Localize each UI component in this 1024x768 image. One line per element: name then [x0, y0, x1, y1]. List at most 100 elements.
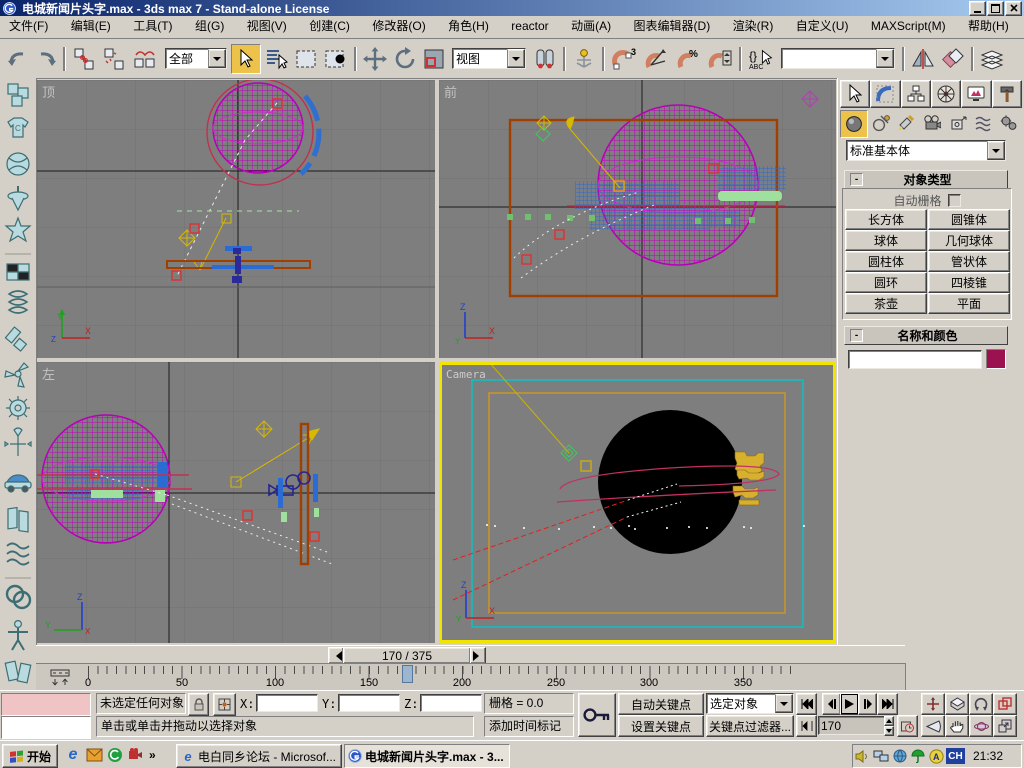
rollout-collapse-icon[interactable]: -: [850, 173, 863, 186]
min-max-toggle-button[interactable]: [993, 715, 1017, 737]
menu-rendering[interactable]: 渲染(R): [724, 16, 783, 37]
star-icon[interactable]: [6, 218, 30, 241]
spring-icon[interactable]: [9, 291, 27, 313]
menu-modifiers[interactable]: 修改器(O): [363, 16, 434, 37]
viewport-camera[interactable]: Camera: [439, 362, 836, 643]
field-of-view-button[interactable]: [921, 715, 945, 737]
use-pivot-center-button[interactable]: [530, 45, 560, 73]
time-slider-prev-button[interactable]: [328, 647, 344, 664]
z-coordinate-field[interactable]: [420, 694, 482, 712]
tab-utilities[interactable]: [992, 80, 1022, 108]
object-color-swatch[interactable]: [986, 349, 1006, 369]
torus-knot-icon[interactable]: [7, 586, 30, 608]
category-cameras[interactable]: [919, 110, 945, 136]
tab-create[interactable]: [840, 80, 870, 108]
viewport-camera-label[interactable]: Camera: [446, 368, 486, 381]
close-button[interactable]: [1005, 1, 1022, 16]
category-helpers[interactable]: [945, 110, 971, 136]
media-quicklaunch-icon[interactable]: [107, 747, 123, 763]
category-shapes[interactable]: [868, 110, 894, 136]
dropdown-arrow-icon[interactable]: [507, 49, 525, 68]
ime-language-indicator[interactable]: CH: [946, 748, 965, 764]
object-button-pyramid[interactable]: 四棱锥: [928, 272, 1010, 293]
door-icon[interactable]: [8, 508, 28, 532]
time-configuration-button[interactable]: [897, 715, 918, 737]
track-bar[interactable]: 0 50 100 150 200 250 300 350: [36, 663, 906, 691]
zoom-button[interactable]: [921, 693, 945, 715]
bind-to-spacewarp-button[interactable]: [129, 45, 161, 73]
task-button-forum[interactable]: e 电白同乡论坛 - Microsof...: [176, 744, 342, 768]
x-coordinate-field[interactable]: [256, 694, 318, 712]
set-keys-button[interactable]: [578, 693, 616, 737]
tab-modify[interactable]: [870, 80, 900, 108]
layer-manager-button[interactable]: [977, 45, 1007, 73]
ball-icon[interactable]: [7, 153, 29, 175]
set-key-button[interactable]: 设置关键点: [618, 715, 704, 737]
spinning-top-icon[interactable]: [8, 186, 28, 210]
camera-quicklaunch-icon[interactable]: [127, 747, 143, 763]
menu-edit[interactable]: 编辑(E): [62, 16, 120, 37]
key-mode-toggle-button[interactable]: [796, 715, 817, 737]
menu-file[interactable]: 文件(F): [0, 16, 57, 37]
select-object-button[interactable]: [231, 44, 261, 74]
arc-rotate-button[interactable]: [969, 715, 993, 737]
object-button-sphere[interactable]: 球体: [845, 230, 927, 251]
volume-tray-icon[interactable]: [855, 750, 869, 763]
object-button-cylinder[interactable]: 圆柱体: [845, 251, 927, 272]
menu-help[interactable]: 帮助(H): [959, 16, 1018, 37]
mirror-button[interactable]: [908, 45, 938, 73]
gear-icon[interactable]: [6, 396, 30, 420]
align-button[interactable]: [938, 45, 968, 73]
minimize-button[interactable]: [969, 1, 986, 16]
auto-key-button[interactable]: 自动关键点: [618, 693, 704, 715]
primitive-category-dropdown[interactable]: 标准基本体: [846, 140, 1006, 161]
viewport-front-label[interactable]: 前: [444, 82, 457, 101]
y-coordinate-field[interactable]: [338, 694, 400, 712]
viewport-top-label[interactable]: 顶: [42, 82, 55, 101]
object-name-field[interactable]: [848, 350, 982, 369]
frame-spinner[interactable]: [884, 716, 894, 734]
maxscript-mini-listener-macro[interactable]: [1, 693, 91, 716]
dropdown-arrow-icon[interactable]: [876, 49, 894, 68]
spinner-snap-button[interactable]: [704, 45, 736, 73]
dropdown-arrow-icon[interactable]: [208, 49, 226, 68]
window-crossing-button[interactable]: [321, 45, 351, 73]
ime-a-tray-icon[interactable]: A: [929, 749, 944, 764]
menu-reactor[interactable]: reactor: [502, 16, 557, 37]
object-button-box[interactable]: 长方体: [845, 209, 927, 230]
menu-character[interactable]: 角色(H): [439, 16, 498, 37]
category-geometry[interactable]: [840, 110, 868, 138]
autogrid-checkbox[interactable]: [948, 194, 961, 207]
hinge-icon[interactable]: [5, 661, 31, 683]
object-button-plane[interactable]: 平面: [928, 293, 1010, 314]
time-slider-next-button[interactable]: [470, 647, 486, 664]
select-and-scale-button[interactable]: [420, 45, 448, 73]
maximize-button[interactable]: [987, 1, 1004, 16]
next-frame-button[interactable]: [858, 693, 877, 715]
weathervane-icon[interactable]: [5, 428, 31, 456]
viewport-front[interactable]: 前: [439, 80, 836, 358]
object-button-teapot[interactable]: 茶壶: [845, 293, 927, 314]
viewport-left-label[interactable]: 左: [42, 364, 55, 383]
angle-snap-button[interactable]: [640, 45, 672, 73]
network-tray-icon[interactable]: [873, 750, 889, 763]
ie-quicklaunch-icon[interactable]: e: [64, 746, 82, 764]
shirt-icon[interactable]: C: [8, 118, 28, 137]
object-button-geosphere[interactable]: 几何球体: [928, 230, 1010, 251]
zoom-extents-all-button[interactable]: [993, 693, 1017, 715]
fan-icon[interactable]: [5, 363, 28, 387]
rectangular-selection-region-button[interactable]: [291, 45, 321, 73]
menu-maxscript[interactable]: MAXScript(M): [862, 16, 955, 37]
object-type-rollout-header[interactable]: - 对象类型: [844, 170, 1008, 189]
object-button-cone[interactable]: 圆锥体: [928, 209, 1010, 230]
zoom-extents-button[interactable]: [945, 693, 969, 715]
tab-motion[interactable]: [931, 80, 961, 108]
biped-figure-icon[interactable]: [8, 621, 28, 650]
antivirus-umbrella-tray-icon[interactable]: [911, 749, 925, 763]
mail-quicklaunch-icon[interactable]: [86, 748, 103, 762]
task-button-max[interactable]: 电城新闻片头字.max - 3...: [344, 744, 510, 768]
select-and-move-button[interactable]: [360, 45, 390, 73]
chamfer-icon[interactable]: [5, 327, 26, 351]
select-and-manipulate-button[interactable]: [569, 45, 599, 73]
go-to-start-button[interactable]: [796, 693, 817, 715]
